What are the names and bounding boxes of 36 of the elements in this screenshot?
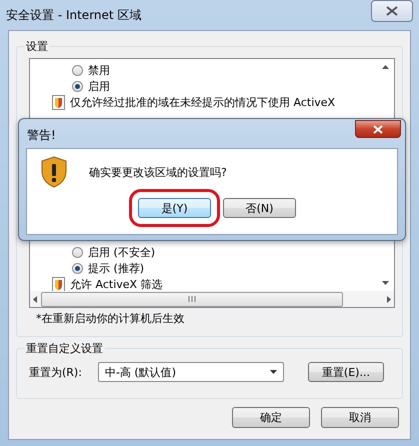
close-button[interactable] [371,0,413,22]
reset-button[interactable]: 重置(E)... [308,362,384,382]
right-arrow-icon[interactable] [387,296,391,302]
radio-button[interactable] [72,262,83,274]
ok-button[interactable]: 确定 [232,407,310,428]
option-label: 启用 [88,78,110,94]
restart-note: *在重新启动你的计算机后生效 [36,311,186,326]
reset-level-dropdown[interactable]: 中-高 (默认值) [98,362,284,382]
left-arrow-icon[interactable] [33,296,37,302]
horizontal-scrollbar[interactable] [30,291,394,307]
dialog-message: 确实要更改该区域的设置吗? [89,164,227,180]
setting-heading: 仅允许经过批准的域在未经提示的情况下使用 ActiveX [70,94,336,110]
no-button[interactable]: 否(N) [223,198,296,218]
close-icon [386,6,398,16]
field-label: 重置为(R): [29,364,82,380]
setting-heading: 允许 ActiveX 筛选 [70,276,163,291]
radio-button[interactable] [72,80,83,92]
group-title: 设置 [25,39,49,54]
down-arrow-icon[interactable] [382,281,389,285]
warning-shield-icon [41,156,67,188]
close-icon [373,124,383,134]
window-title: 安全设置 - Internet 区域 [6,6,142,24]
dialog-title: 警告! [27,127,56,144]
group-title: 重置自定义设置 [25,341,104,356]
radio-button[interactable] [72,246,83,258]
up-arrow-icon[interactable] [382,65,389,69]
cancel-button[interactable]: 取消 [321,407,399,428]
option-label: 启用 (不安全) [88,244,156,260]
shield-icon [52,94,65,110]
option-label: 禁用 [88,62,110,78]
shield-icon [52,276,65,291]
caret-icon [270,370,277,374]
radio-button[interactable] [72,64,83,76]
option-label: 提示 (推荐) [88,260,144,276]
close-button[interactable] [355,120,401,138]
grip-icon[interactable] [188,296,196,302]
